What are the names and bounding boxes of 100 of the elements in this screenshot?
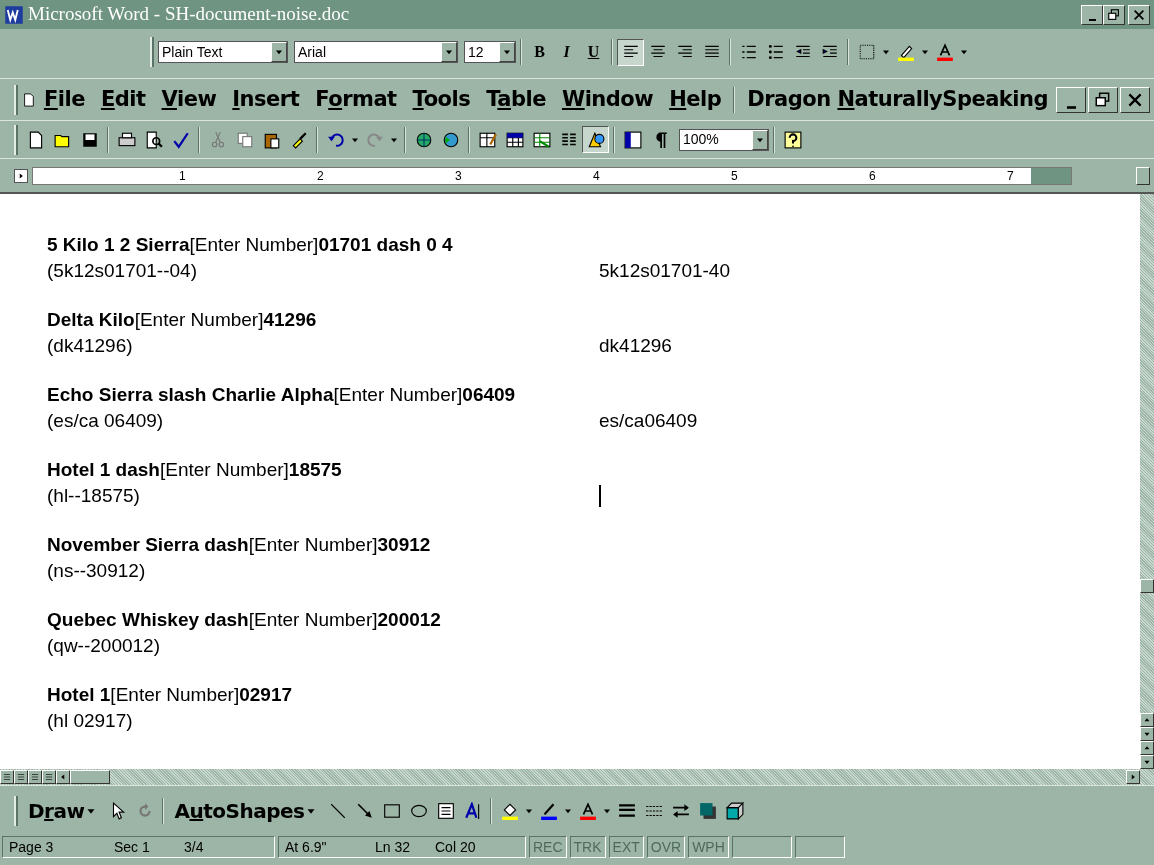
font-dropdown[interactable]: Arial — [294, 41, 458, 63]
printer-icon — [117, 130, 136, 149]
previous-page-button[interactable] — [1140, 741, 1154, 755]
status-text: 3/4 — [184, 837, 205, 857]
ruler-number: 4 — [593, 167, 600, 184]
rectangle-icon — [382, 801, 401, 820]
tab-selector[interactable] — [14, 168, 28, 183]
bullets-icon — [766, 43, 785, 61]
draw-menu-button[interactable]: Draw — [22, 794, 105, 827]
horizontal-scrollbar[interactable] — [0, 769, 1154, 785]
shapes-icon — [586, 130, 605, 149]
view-button[interactable] — [0, 770, 14, 784]
autoshapes-menu-button[interactable]: AutoShapes — [168, 794, 325, 827]
expected-result: (hl--18575) — [47, 484, 141, 508]
menu-item[interactable]: File — [35, 82, 93, 117]
globe-arrows-icon — [441, 130, 460, 149]
scroll-right-button[interactable] — [1126, 770, 1140, 784]
copy-icon — [235, 130, 254, 149]
view-mode-icon — [44, 772, 54, 782]
view-button[interactable] — [14, 770, 28, 784]
highlighter-icon — [896, 43, 915, 61]
spoken-command: Echo Sierra slash Charlie Alpha[Enter Number]06409 — [47, 383, 517, 407]
scroll-up-button[interactable] — [1140, 713, 1154, 727]
spoken-command: Quebec Whiskey dash[Enter Number]200012 — [47, 608, 442, 632]
bold-button[interactable]: B — [526, 38, 553, 66]
font-size-dropdown[interactable]: 12 — [464, 41, 516, 63]
menu-item[interactable]: Dragon NaturallySpeaking — [739, 82, 1056, 117]
split-box[interactable] — [1136, 166, 1150, 185]
status-indicator: EXT — [608, 836, 644, 858]
menu-item[interactable]: Format — [307, 82, 405, 117]
window-title: Microsoft Word - SH-document-noise.doc — [28, 2, 351, 27]
paint-bucket-icon — [500, 801, 519, 820]
vertical-scrollbar[interactable] — [1140, 194, 1154, 769]
status-indicator: REC — [529, 836, 567, 858]
drawing-button[interactable] — [582, 126, 609, 153]
ruler-number: 6 — [869, 167, 876, 184]
view-button[interactable] — [42, 770, 56, 784]
italic-button[interactable]: I — [553, 38, 580, 66]
scroll-thumb[interactable] — [1140, 579, 1154, 593]
border-icon — [857, 43, 876, 61]
spoken-command: 5 Kilo 1 2 Sierra[Enter Number]01701 dash 0 4 — [47, 233, 454, 257]
menu-item[interactable]: Table — [478, 82, 554, 117]
align-left-button[interactable] — [617, 38, 644, 66]
ruler-number: 7 — [1007, 167, 1014, 184]
text-box-icon — [436, 801, 455, 820]
spellcheck-icon — [171, 130, 190, 149]
font-color-a-icon — [935, 43, 954, 61]
expected-result: (qw--200012) — [47, 634, 161, 658]
wordart-a-icon — [463, 801, 482, 820]
status-text: Sec 1 — [114, 837, 151, 857]
close-button[interactable] — [1128, 4, 1150, 25]
arrow-icon — [355, 801, 374, 820]
font-color-a-icon — [578, 801, 597, 820]
scroll-left-button[interactable] — [56, 770, 70, 784]
help-icon — [783, 130, 802, 149]
close-icon — [1132, 7, 1146, 22]
magnifier-page-icon — [144, 130, 163, 149]
scroll-down-button[interactable] — [1140, 727, 1154, 741]
next-page-button[interactable] — [1140, 755, 1154, 769]
minimize-button[interactable] — [1081, 4, 1103, 25]
right-margin-area — [1031, 167, 1071, 184]
scroll-thumb[interactable] — [70, 770, 110, 784]
cube-icon — [725, 801, 744, 820]
status-indicator: TRK — [569, 836, 606, 858]
ruler-number: 2 — [317, 167, 324, 184]
restore-button[interactable] — [1103, 4, 1125, 25]
menu-item[interactable]: Edit — [92, 82, 154, 117]
menu-item[interactable]: Window — [554, 82, 662, 117]
spoken-command: Delta Kilo[Enter Number]41296 — [47, 308, 318, 332]
shadow-square-icon — [698, 801, 717, 820]
ruler-number: 3 — [455, 167, 462, 184]
ruler-number: 5 — [731, 167, 738, 184]
ruler[interactable]: 1 2 3 4 5 6 7 — [32, 166, 1072, 185]
line-icon — [328, 801, 347, 820]
status-text: At 6.9" — [285, 837, 328, 857]
expected-result: (ns--30912) — [47, 559, 147, 583]
spoken-command: Hotel 1[Enter Number]02917 — [47, 683, 294, 707]
expected-result: (es/ca 06409) — [47, 409, 165, 433]
document-restore-button[interactable] — [1088, 86, 1118, 113]
document-minimize-button[interactable] — [1056, 86, 1086, 113]
status-indicator: OVR — [646, 836, 686, 858]
underline-button[interactable]: U — [580, 38, 607, 66]
style-dropdown[interactable]: Plain Text — [158, 41, 288, 63]
expected-result: (dk41296) — [47, 334, 134, 358]
menu-item[interactable]: Tools — [404, 82, 479, 117]
numbering-icon — [739, 43, 758, 61]
view-button[interactable] — [28, 770, 42, 784]
status-text: Ln 32 — [375, 837, 412, 857]
menu-item[interactable]: Insert — [224, 82, 308, 117]
globe-icon — [414, 130, 433, 149]
spoken-command: Hotel 1 dash[Enter Number]18575 — [47, 458, 343, 482]
document-close-button[interactable] — [1120, 86, 1150, 113]
restore-icon — [1107, 7, 1121, 22]
zoom-dropdown[interactable]: 100% — [679, 128, 769, 151]
status-panel — [731, 836, 792, 858]
menu-item[interactable]: Help — [661, 82, 730, 117]
table-grid-icon — [505, 130, 524, 149]
expected-result: (5k12s01701--04) — [47, 259, 198, 283]
recognized-result: 5k12s01701-40 — [599, 259, 730, 283]
menu-item[interactable]: View — [153, 82, 225, 117]
